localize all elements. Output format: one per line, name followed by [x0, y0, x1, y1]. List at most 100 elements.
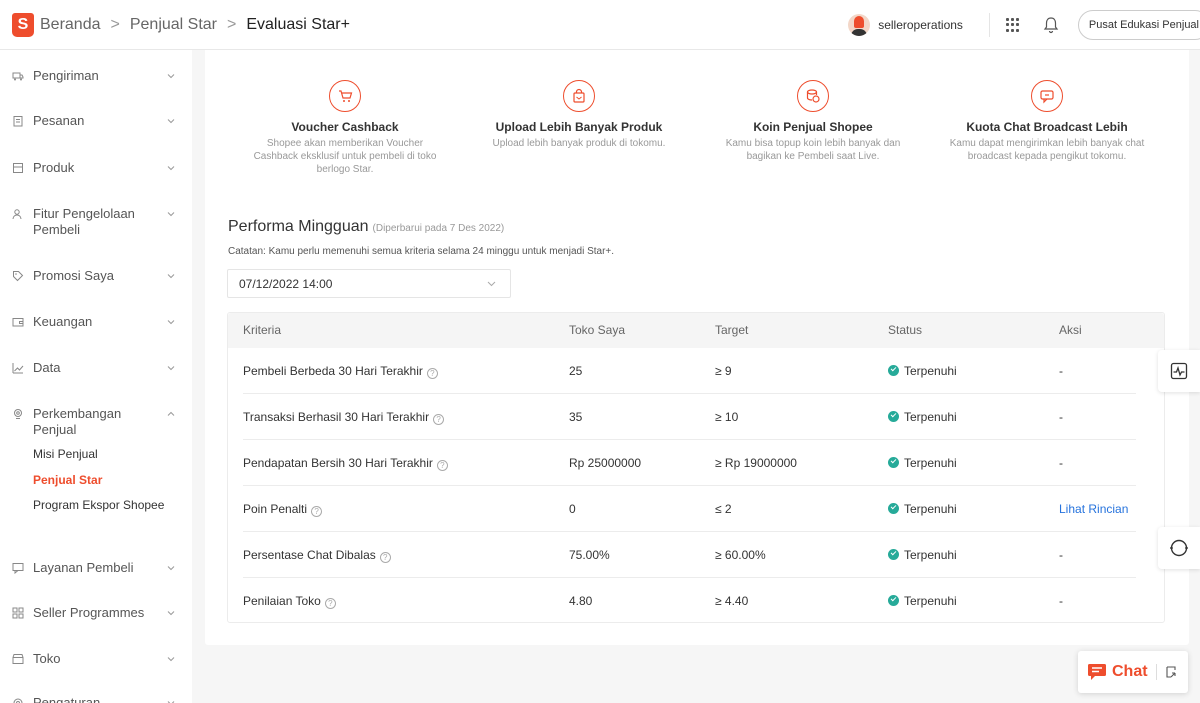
check-circle-icon	[888, 411, 899, 422]
breadcrumb-star-seller[interactable]: Penjual Star	[130, 16, 217, 34]
benefit-desc: Shopee akan memberikan Voucher Cashback …	[253, 138, 437, 175]
chevron-down-icon	[167, 566, 175, 571]
check-circle-icon	[888, 503, 899, 514]
sidebar-item-pengaturan[interactable]: Pengaturan	[0, 695, 192, 703]
shopee-logo-icon[interactable]: S	[12, 12, 34, 37]
table-row: Pembeli Berbeda 30 Hari Terakhir? 25 ≥ 9…	[228, 348, 1164, 394]
chevron-down-icon	[167, 320, 175, 325]
date-select[interactable]: 07/12/2022 14:00	[227, 269, 511, 298]
performance-monitor-button[interactable]	[1158, 350, 1200, 392]
megaphone-icon	[1031, 80, 1063, 112]
view-details-link[interactable]: Lihat Rincian	[1059, 502, 1128, 516]
header-target: Target	[715, 323, 749, 337]
grid-icon	[12, 607, 24, 619]
growth-icon	[14, 409, 22, 419]
sidebar-item-keuangan[interactable]: Keuangan	[0, 314, 192, 330]
header-action: Aksi	[1059, 323, 1082, 337]
criteria-text: Persentase Chat Dibalas	[243, 548, 376, 562]
sidebar-item-data[interactable]: Data	[0, 360, 192, 376]
help-icon[interactable]: ?	[324, 598, 336, 609]
chart-icon	[12, 363, 24, 374]
status-cell: Terpenuhi	[888, 410, 957, 424]
benefit-title: Kuota Chat Broadcast Lebih	[966, 120, 1128, 134]
header-criteria: Kriteria	[243, 323, 282, 337]
sidebar-item-layanan[interactable]: Layanan Pembeli	[0, 560, 192, 576]
chat-icon	[1088, 664, 1106, 680]
status-cell: Terpenuhi	[888, 594, 957, 608]
my-shop-cell: 25	[569, 364, 583, 378]
sidebar-item-seller-programmes[interactable]: Seller Programmes	[0, 605, 192, 621]
sidebar-item-label: Seller Programmes	[33, 605, 145, 620]
sidebar-item-label: Promosi Saya	[33, 268, 114, 283]
apps-grid-icon[interactable]	[1005, 18, 1020, 32]
benefit-desc: Kamu bisa topup koin lebih banyak dan ba…	[725, 138, 901, 162]
my-shop-cell: 75.00%	[569, 548, 610, 562]
chevron-down-icon	[167, 274, 175, 279]
expand-chat-icon[interactable]	[1165, 666, 1177, 678]
chevron-down-icon	[167, 212, 175, 217]
benefit-upload-produk: Upload Lebih Banyak Produk Upload lebih …	[469, 80, 689, 150]
box-icon	[13, 163, 23, 173]
table-row: Persentase Chat Dibalas? 75.00% ≥ 60.00%…	[228, 532, 1164, 578]
sidebar-item-label: Keuangan	[33, 314, 93, 329]
action-cell: -	[1059, 410, 1063, 424]
table-row: Penilaian Toko? 4.80 ≥ 4.40 Terpenuhi -	[228, 578, 1164, 624]
target-cell: ≥ Rp 19000000	[715, 456, 797, 470]
check-circle-icon	[888, 365, 899, 376]
sidebar-item-label: Data	[33, 360, 61, 375]
headset-icon	[1170, 539, 1188, 557]
criteria-cell: Persentase Chat Dibalas?	[243, 548, 391, 563]
status-text: Terpenuhi	[904, 410, 957, 424]
chevron-down-icon	[167, 366, 175, 371]
sidebar-sub-misi-penjual[interactable]: Misi Penjual	[33, 447, 98, 461]
criteria-text: Pembeli Berbeda 30 Hari Terakhir	[243, 364, 423, 378]
coins-icon	[797, 80, 829, 112]
my-shop-cell: 4.80	[569, 594, 593, 608]
breadcrumb-separator: >	[110, 15, 120, 33]
help-icon[interactable]: ?	[379, 552, 391, 563]
sidebar-item-produk[interactable]: Produk	[0, 160, 192, 176]
cart-icon	[329, 80, 361, 112]
top-header: S Beranda > Penjual Star > Evaluasi Star…	[0, 0, 1200, 50]
target-cell: ≥ 9	[715, 364, 732, 378]
sidebar-item-pengiriman[interactable]: Pengiriman	[0, 68, 192, 84]
action-cell: -	[1059, 594, 1063, 608]
breadcrumb: Beranda > Penjual Star > Evaluasi Star+	[40, 16, 350, 34]
chat-bubble-icon	[12, 563, 24, 574]
bell-icon[interactable]	[1042, 16, 1060, 34]
breadcrumb-home[interactable]: Beranda	[40, 16, 101, 34]
help-icon[interactable]: ?	[311, 506, 323, 517]
table-row: Pendapatan Bersih 30 Hari Terakhir? Rp 2…	[228, 440, 1164, 486]
status-text: Terpenuhi	[904, 364, 957, 378]
truck-icon	[12, 72, 24, 81]
wallet-icon	[12, 318, 24, 327]
sidebar-item-perkembangan[interactable]: Perkembangan Penjual	[0, 406, 192, 438]
avatar[interactable]	[848, 14, 871, 36]
pulse-icon	[1170, 362, 1188, 380]
status-text: Terpenuhi	[904, 594, 957, 608]
chevron-down-icon	[167, 657, 175, 662]
support-button[interactable]	[1158, 527, 1200, 569]
help-icon[interactable]: ?	[436, 460, 448, 471]
seller-education-button[interactable]: Pusat Edukasi Penjual	[1077, 10, 1200, 40]
benefit-title: Voucher Cashback	[291, 120, 399, 134]
star-evaluation-card: Voucher Cashback Shopee akan memberikan …	[205, 50, 1189, 645]
help-icon[interactable]: ?	[433, 414, 445, 425]
sidebar-sub-penjual-star[interactable]: Penjual Star	[33, 473, 102, 487]
my-shop-cell: 35	[569, 410, 583, 424]
sidebar-item-promosi[interactable]: Promosi Saya	[0, 268, 192, 284]
chat-widget[interactable]: Chat	[1078, 651, 1188, 693]
sidebar-sub-program-ekspor[interactable]: Program Ekspor Shopee	[33, 498, 164, 512]
username[interactable]: selleroperations	[878, 18, 963, 32]
criteria-cell: Pembeli Berbeda 30 Hari Terakhir?	[243, 364, 438, 379]
criteria-cell: Pendapatan Bersih 30 Hari Terakhir?	[243, 456, 448, 471]
criteria-text: Penilaian Toko	[243, 594, 321, 608]
sidebar-item-toko[interactable]: Toko	[0, 651, 192, 667]
sidebar-item-pesanan[interactable]: Pesanan	[0, 113, 192, 129]
target-cell: ≤ 2	[715, 502, 732, 516]
sidebar-item-fitur-pengelolaan[interactable]: Fitur Pengelolaan Pembeli	[0, 206, 192, 238]
updated-date: (Diperbarui pada 7 Des 2022)	[372, 223, 505, 234]
help-icon[interactable]: ?	[426, 368, 438, 379]
benefit-kuota-chat: Kuota Chat Broadcast Lebih Kamu dapat me…	[937, 80, 1157, 163]
header-status: Status	[888, 323, 923, 337]
